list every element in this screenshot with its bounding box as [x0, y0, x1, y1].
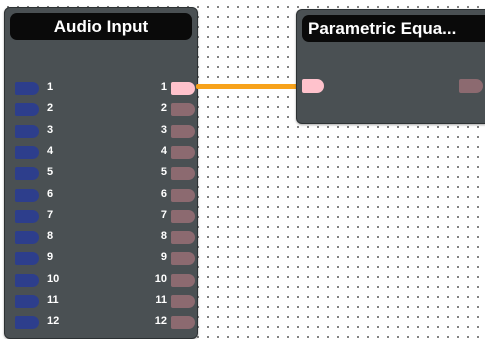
connection-cable[interactable]: [196, 84, 300, 89]
output-port[interactable]: [171, 252, 195, 266]
input-port[interactable]: [15, 188, 39, 202]
parametric-eq-node[interactable]: Parametric Equa...: [296, 9, 485, 124]
input-port[interactable]: [15, 209, 39, 223]
output-port[interactable]: [171, 273, 195, 287]
input-port-label: 3: [47, 123, 54, 136]
output-port-label: 11: [155, 294, 167, 306]
input-port[interactable]: [15, 103, 39, 117]
input-port-label: 8: [47, 230, 54, 243]
output-port[interactable]: [171, 167, 195, 181]
port-row: 12 12: [5, 312, 197, 333]
input-port-label: 9: [47, 251, 54, 264]
input-port[interactable]: [15, 295, 39, 308]
input-port-label: 7: [47, 208, 54, 221]
output-port[interactable]: [171, 82, 195, 95]
output-port-label: 9: [160, 251, 167, 264]
input-port[interactable]: [15, 231, 39, 245]
output-port[interactable]: [171, 124, 195, 138]
output-port[interactable]: [171, 295, 195, 308]
input-port[interactable]: [15, 167, 39, 181]
output-port[interactable]: [171, 103, 195, 117]
port-row: 10 10: [5, 270, 197, 291]
port-row: 88: [5, 227, 197, 248]
port-row: 99: [5, 248, 197, 269]
output-port[interactable]: [171, 316, 195, 330]
port-row: 33: [5, 121, 197, 142]
input-port[interactable]: [15, 316, 39, 330]
input-port-label: 1: [47, 81, 54, 93]
input-port[interactable]: [15, 273, 39, 287]
input-port-label: 4: [47, 144, 54, 157]
input-port-label: 11: [47, 294, 59, 306]
port-row: 44: [5, 142, 197, 163]
output-port-label: 6: [160, 187, 167, 200]
port-row: 11: [5, 78, 197, 99]
input-port[interactable]: [15, 252, 39, 266]
output-port[interactable]: [171, 231, 195, 245]
port-row: 77: [5, 206, 197, 227]
parametric-eq-output-port[interactable]: [459, 79, 483, 93]
input-port-label: 2: [47, 102, 54, 115]
input-port-label: 12: [47, 315, 60, 328]
output-port-label: 2: [160, 102, 167, 115]
output-port[interactable]: [171, 145, 195, 159]
input-port[interactable]: [15, 124, 39, 138]
output-port[interactable]: [171, 209, 195, 223]
port-row: 22: [5, 99, 197, 120]
audio-input-node[interactable]: Audio Input 1 1 2 2 3 3 4 4 5 5 6 6 7 7 8 8 9 9 10 10 11 11 12…: [4, 7, 198, 339]
output-port-label: 3: [160, 123, 167, 136]
output-port-label: 4: [160, 144, 167, 157]
audio-input-title[interactable]: Audio Input: [10, 13, 192, 40]
parametric-eq-title[interactable]: Parametric Equa...: [302, 15, 485, 42]
port-row: 66: [5, 185, 197, 206]
output-port-label: 12: [154, 315, 167, 328]
output-port-label: 1: [160, 81, 167, 93]
output-port-label: 5: [160, 166, 167, 179]
output-port-label: 7: [160, 208, 167, 221]
input-port-label: 6: [47, 187, 54, 200]
parametric-eq-input-port[interactable]: [302, 79, 324, 93]
port-row: 55: [5, 163, 197, 184]
output-port-label: 8: [160, 230, 167, 243]
input-port-label: 5: [47, 166, 54, 179]
port-row: 11 11: [5, 291, 197, 312]
input-port-label: 10: [47, 272, 60, 285]
input-port[interactable]: [15, 82, 39, 95]
input-port[interactable]: [15, 145, 39, 159]
output-port-label: 10: [154, 272, 167, 285]
output-port[interactable]: [171, 188, 195, 202]
